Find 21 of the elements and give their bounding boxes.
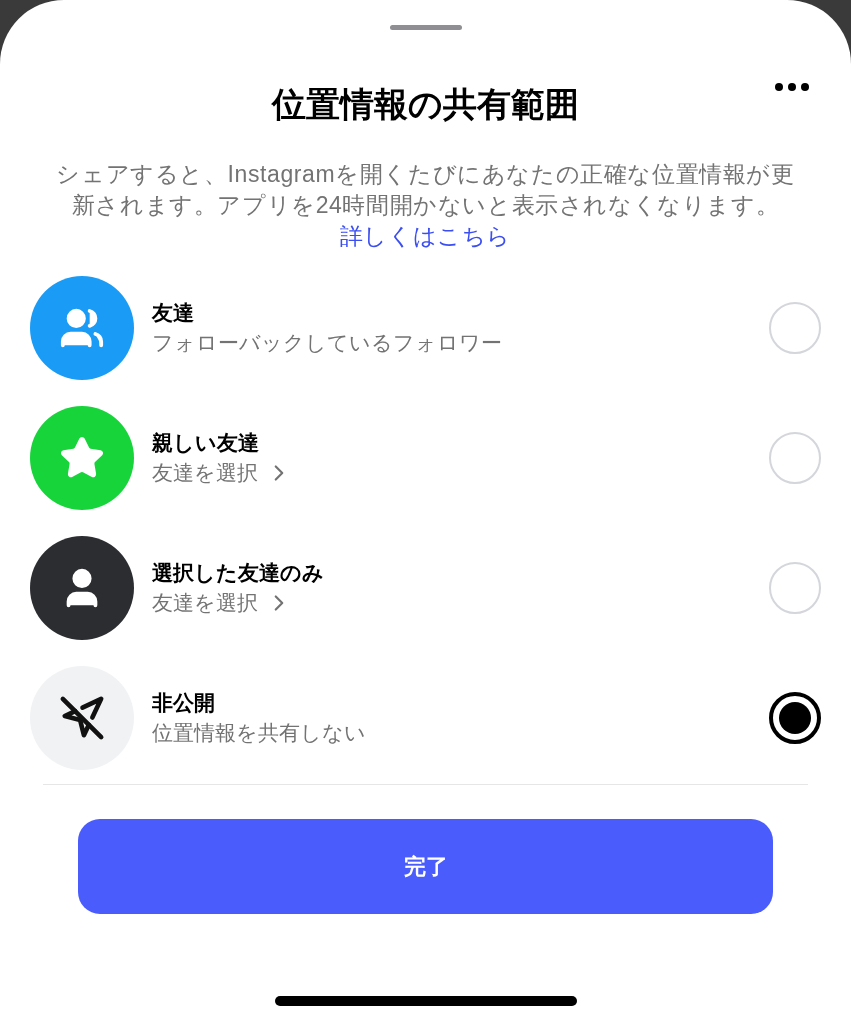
option-row[interactable]: 友達 フォローバックしているフォロワー [30,276,821,380]
option-subtitle: フォローバックしているフォロワー [152,330,502,356]
learn-more-link[interactable]: 詳しくはこちら [339,223,512,249]
radio-button[interactable] [769,692,821,744]
location-off-icon [59,695,105,741]
option-title: 非公開 [152,690,216,716]
done-button[interactable]: 完了 [78,819,773,914]
option-title: 親しい友達 [152,430,260,456]
option-title: 選択した友達のみ [152,560,325,586]
option-subtitle: 友達を選択 [152,590,258,616]
option-title: 友達 [152,300,195,326]
option-subtitle: 位置情報を共有しない [152,720,366,746]
option-row[interactable]: 非公開 位置情報を共有しない [30,666,821,770]
option-row[interactable]: 親しい友達 友達を選択 [30,406,821,510]
option-row[interactable]: 選択した友達のみ 友達を選択 [30,536,821,640]
description-text: シェアすると、Instagramを開くたびにあなたの正確な位置情報が更新されます。アプリを24時間開かないと表示されなくなります。 詳しくはこちら [55,160,796,251]
option-subtitle: 友達を選択 [152,460,258,486]
drag-handle[interactable] [389,25,462,30]
more-button[interactable] [775,83,809,91]
more-icon [775,83,809,91]
sheet-title: 位置情報の共有範囲 [272,87,579,121]
